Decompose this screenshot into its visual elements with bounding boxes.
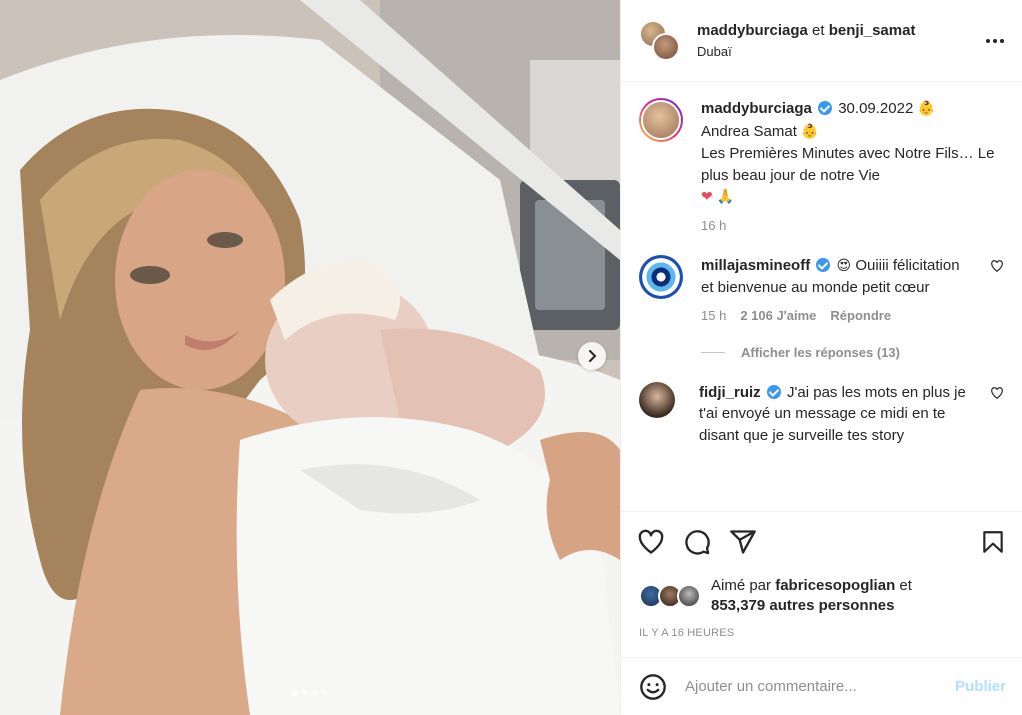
view-replies-label: Afficher les réponses (13) <box>741 344 900 360</box>
avatar <box>652 32 680 61</box>
comment-icon[interactable] <box>683 528 711 556</box>
comment-username[interactable]: fidji_ruiz <box>699 384 761 401</box>
caption-meta: 16 h <box>701 218 1004 233</box>
view-replies-button[interactable]: Afficher les réponses (13) <box>701 345 1004 360</box>
comment-likes[interactable]: 2 106 J'aime <box>740 308 816 323</box>
comment-text: fidji_ruiz J'ai pas les mots en plus je … <box>699 382 974 447</box>
divider-line <box>701 351 725 353</box>
comment-username[interactable]: millajasmineoff <box>701 257 810 274</box>
liked-by-prefix: Aimé par <box>711 577 772 594</box>
header-username-2[interactable]: benji_samat <box>829 22 916 39</box>
verified-badge-icon <box>818 101 833 115</box>
liker-avatars[interactable] <box>639 584 701 608</box>
post-timestamp[interactable]: IL Y A 16 HEURES <box>621 617 1022 657</box>
post-side-panel: maddyburciaga et benji_samat Dubaï maddy… <box>620 0 1022 715</box>
liked-by-others[interactable]: 853,379 autres personnes <box>711 597 894 614</box>
baby-emoji-icon: 👶 <box>917 101 935 117</box>
reply-button[interactable]: Répondre <box>830 308 891 323</box>
liked-by-and: et <box>899 577 912 594</box>
comment-item: fidji_ruiz J'ai pas les mots en plus je … <box>639 381 1004 447</box>
more-horizontal-icon <box>986 38 990 43</box>
header-conjunction: et <box>812 22 825 39</box>
comments-area[interactable]: maddyburciaga 30.09.2022 👶 Andrea Samat … <box>621 82 1022 511</box>
publish-button[interactable]: Publier <box>955 678 1006 695</box>
chevron-right-icon <box>589 350 597 362</box>
caption-time[interactable]: 16 h <box>701 218 726 233</box>
caption-date: 30.09.2022 <box>838 100 914 117</box>
liked-by-username[interactable]: fabricesopoglian <box>775 577 895 594</box>
like-heart-icon[interactable] <box>637 528 665 556</box>
liked-by-text: Aimé par fabricesopoglian et 853,379 aut… <box>711 576 912 616</box>
heart-outline-icon[interactable] <box>990 386 1004 400</box>
comment-avatar[interactable] <box>639 381 675 418</box>
comment-meta: 15 h 2 106 J'aime Répondre <box>701 308 974 323</box>
caption-avatar[interactable] <box>639 98 683 142</box>
caption-row: maddyburciaga 30.09.2022 👶 Andrea Samat … <box>639 98 1004 233</box>
verified-badge-icon <box>816 257 831 272</box>
bookmark-icon[interactable] <box>980 528 1006 556</box>
post-location[interactable]: Dubaï <box>697 44 915 59</box>
comment-content: fidji_ruiz J'ai pas les mots en plus je … <box>699 382 1004 447</box>
carousel-next-button[interactable] <box>578 342 606 370</box>
caption-body: Les Premières Minutes avec Notre Fils… L… <box>701 145 995 184</box>
heart-eyes-emoji-icon: 😍 <box>836 257 852 274</box>
header-text: maddyburciaga et benji_samat Dubaï <box>697 22 915 59</box>
carousel-indicator <box>0 690 620 696</box>
pray-emoji-icon: 🙏 <box>716 189 735 205</box>
comment-input[interactable] <box>685 678 956 695</box>
comment-item: millajasmineoff 😍 Ouiiii félicitation et… <box>639 254 1004 323</box>
header-username-1[interactable]: maddyburciaga <box>697 22 808 39</box>
caption-name: Andrea Samat <box>701 122 797 140</box>
comment-avatar[interactable] <box>639 254 683 299</box>
comment-text: millajasmineoff 😍 Ouiiii félicitation et… <box>701 255 974 299</box>
more-options-button[interactable] <box>986 38 1004 43</box>
instagram-post: maddyburciaga et benji_samat Dubaï maddy… <box>0 0 1022 715</box>
comment-content: millajasmineoff 😍 Ouiiii félicitation et… <box>701 255 1004 323</box>
emoji-picker-icon[interactable] <box>639 673 667 701</box>
heart-emoji-icon: ❤ <box>701 189 713 205</box>
heart-outline-icon[interactable] <box>990 259 1004 273</box>
caption-text: maddyburciaga 30.09.2022 👶 Andrea Samat … <box>701 98 1004 209</box>
share-icon[interactable] <box>729 528 757 556</box>
post-photo[interactable] <box>0 0 620 715</box>
carousel-dot <box>322 690 328 696</box>
liked-by-row: Aimé par fabricesopoglian et 853,379 aut… <box>621 571 1022 617</box>
caption-username[interactable]: maddyburciaga <box>701 100 812 117</box>
caption-content: maddyburciaga 30.09.2022 👶 Andrea Samat … <box>701 98 1004 233</box>
baby-emoji-icon: 👶 <box>801 123 819 140</box>
action-bar <box>621 511 1022 571</box>
avatar <box>677 584 701 608</box>
verified-badge-icon <box>766 384 781 399</box>
add-comment-bar: Publier <box>621 657 1022 715</box>
carousel-dot <box>312 690 318 696</box>
carousel-dot <box>292 690 298 696</box>
header-usernames: maddyburciaga et benji_samat <box>697 22 915 39</box>
post-header: maddyburciaga et benji_samat Dubaï <box>621 0 1022 82</box>
photo-scene <box>0 0 620 715</box>
carousel-dot <box>302 690 308 696</box>
collab-avatars[interactable] <box>639 19 681 62</box>
comment-time[interactable]: 15 h <box>701 308 726 323</box>
